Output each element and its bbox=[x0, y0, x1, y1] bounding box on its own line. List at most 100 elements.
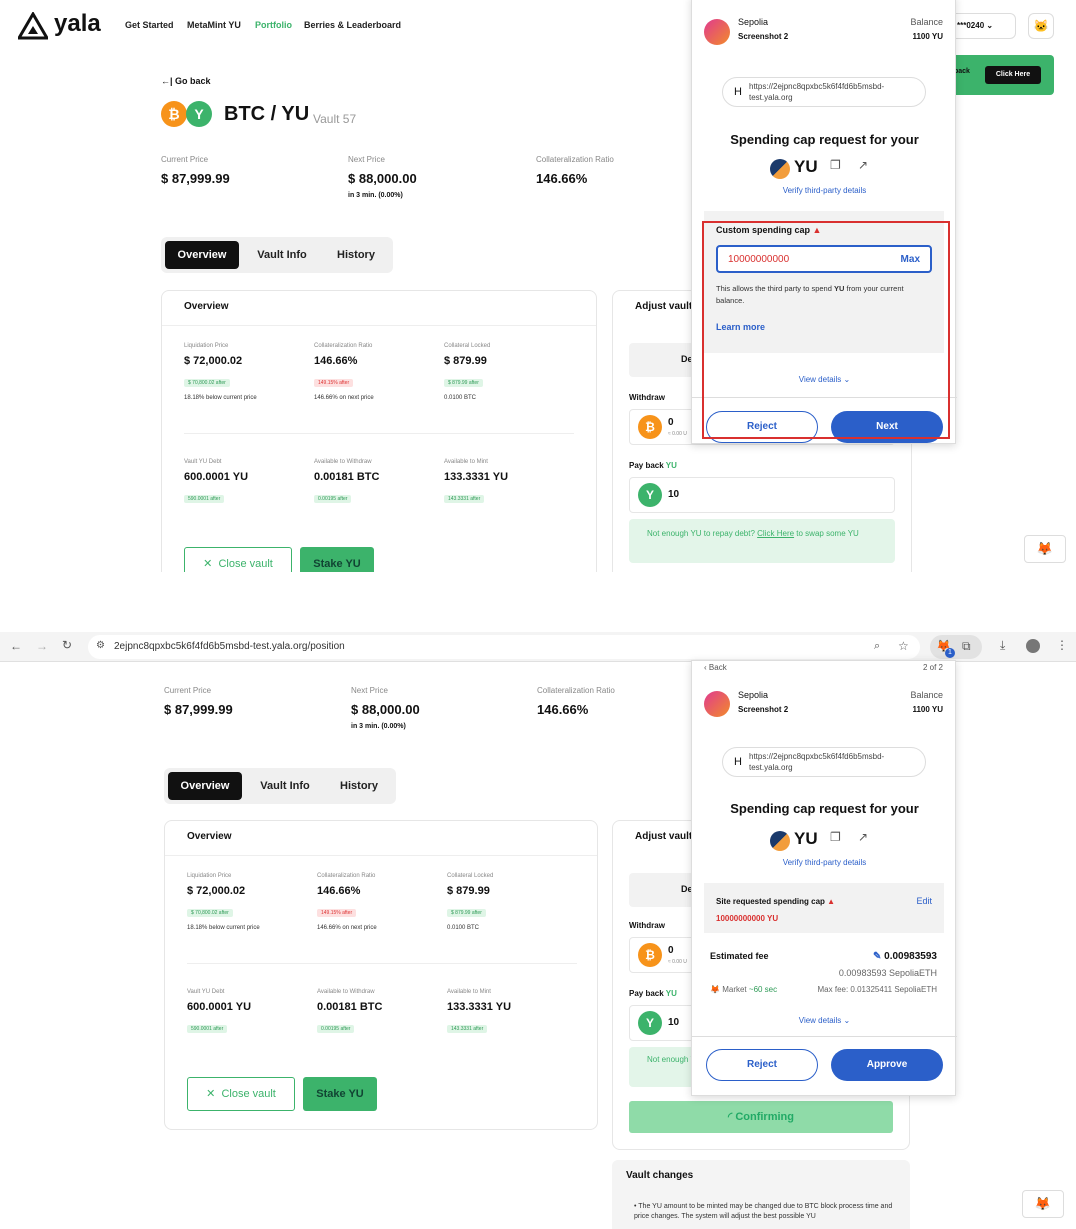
metric-value: 133.3331 YU bbox=[444, 471, 509, 483]
copy-icon[interactable]: ❐ bbox=[830, 830, 841, 844]
payback-input[interactable]: Y 10 bbox=[629, 477, 895, 513]
tab-vault-info[interactable]: Vault Info bbox=[245, 241, 319, 269]
withdraw-usd: ≈ 0.00 U bbox=[668, 431, 687, 437]
metric-label: Collateralization Ratio bbox=[317, 873, 376, 879]
swap-link[interactable]: Click Here bbox=[757, 529, 794, 538]
metric-item: Liquidation Price $ 72,000.02 $ 70,800.02 … bbox=[184, 343, 257, 401]
tab-history[interactable]: History bbox=[324, 772, 394, 800]
overview-card: Overview Liquidation Price $ 72,000.02 $ 7… bbox=[161, 290, 597, 572]
verify-link[interactable]: Verify third-party details bbox=[692, 858, 957, 867]
metric-value: 133.3331 YU bbox=[447, 1001, 512, 1013]
adjust-vault-title: Adjust vault bbox=[635, 301, 693, 312]
tab-overview[interactable]: Overview bbox=[165, 241, 239, 269]
star-icon[interactable]: ☆ bbox=[898, 639, 909, 653]
metric-label: Available to Withdraw bbox=[317, 989, 375, 995]
metric-after-badge: $ 70,800.02 after bbox=[187, 909, 233, 917]
edit-gas-icon[interactable]: ✎ bbox=[873, 951, 881, 962]
metamask-fab-icon[interactable]: 🦊 bbox=[1022, 1190, 1064, 1218]
divider bbox=[165, 855, 597, 856]
metric-sub: 18.18% below current price bbox=[187, 925, 260, 931]
site-settings-icon[interactable]: ⚙ bbox=[96, 640, 105, 651]
stake-yu-button[interactable]: Stake YU bbox=[300, 547, 374, 572]
metric-after-badge: 143.3331 after bbox=[447, 1025, 488, 1033]
metric-value: 146.66% bbox=[317, 885, 361, 897]
approve-button[interactable]: Approve bbox=[831, 1049, 943, 1081]
metric-item: Available to Withdraw 0.00181 BTC 0.00195 … bbox=[317, 989, 382, 1041]
tab-history[interactable]: History bbox=[321, 241, 391, 269]
vault-changes-title: Vault changes bbox=[626, 1170, 694, 1181]
metric-after-badge: $ 879.99 after bbox=[444, 379, 483, 387]
reload-icon[interactable]: ↻ bbox=[62, 638, 72, 652]
metric-after-badge: $ 879.99 after bbox=[447, 909, 486, 917]
yala-logo-icon bbox=[18, 12, 48, 40]
brand-name[interactable]: yala bbox=[54, 10, 101, 38]
market-speed: 🦊 Market ~60 sec bbox=[710, 985, 777, 994]
chevron-left-icon: ‹ bbox=[704, 663, 707, 672]
close-vault-button[interactable]: ✕ Close vault bbox=[184, 547, 292, 572]
metric-label: Available to Mint bbox=[447, 989, 491, 995]
vault-changes-card: Vault changes • The YU amount to be mint… bbox=[612, 1160, 910, 1229]
mm-back-link[interactable]: ‹ Back bbox=[704, 663, 727, 672]
nav-metamint[interactable]: MetaMint YU bbox=[187, 20, 241, 40]
view-details-link[interactable]: View details ⌄ bbox=[692, 1016, 957, 1025]
metric-item: Vault YU Debt 600.0001 YU 590.0001 after bbox=[184, 459, 248, 511]
metric-item: Available to Withdraw 0.00181 BTC 0.00195 … bbox=[314, 459, 379, 511]
token-symbol: YU bbox=[794, 157, 818, 176]
external-link-icon[interactable]: ↗ bbox=[858, 830, 868, 844]
confirming-button: ◜ Confirming bbox=[629, 1101, 893, 1133]
nav-berries[interactable]: Berries & Leaderboard bbox=[304, 20, 401, 40]
site-letter: H bbox=[734, 756, 742, 768]
balance-label: Balance bbox=[910, 17, 943, 27]
external-link-icon[interactable]: ↗ bbox=[858, 158, 868, 172]
token-symbol: YU bbox=[794, 829, 818, 848]
copy-icon[interactable]: ❐ bbox=[830, 158, 841, 172]
current-price-value: $ 87,999.99 bbox=[161, 171, 230, 186]
metric-item: Collateralization Ratio 146.66% 149.15% af… bbox=[314, 343, 374, 401]
avatar[interactable]: 🐱 bbox=[1028, 13, 1054, 39]
metric-item: Collateral Locked $ 879.99 $ 879.99 after 0… bbox=[444, 343, 490, 401]
close-vault-button[interactable]: ✕ Close vault bbox=[187, 1077, 295, 1111]
tab-overview[interactable]: Overview bbox=[168, 772, 242, 800]
metamask-fab-icon[interactable]: 🦊 bbox=[1024, 535, 1066, 563]
edit-button[interactable]: Edit bbox=[916, 896, 932, 906]
site-cap-label-text: Site requested spending cap bbox=[716, 897, 825, 906]
metric-sub: 0.0100 BTC bbox=[444, 395, 477, 401]
payback-label: Pay back YU bbox=[629, 989, 677, 998]
metric-after-badge: $ 70,800.02 after bbox=[184, 379, 230, 387]
click-here-button[interactable]: Click Here bbox=[985, 66, 1041, 84]
payback-label-text: Pay back bbox=[629, 989, 664, 998]
forward-arrow-icon[interactable]: → bbox=[36, 639, 48, 653]
warning-icon: ▲ bbox=[827, 897, 836, 906]
address-bar[interactable]: ⚙ 2ejpnc8qpxbc5k6f4fd6b5msbd-test.yala.o… bbox=[88, 635, 920, 659]
metric-item: Available to Mint 133.3331 YU 143.3331 aft… bbox=[447, 989, 511, 1041]
metric-after-badge: 0.00195 after bbox=[317, 1025, 355, 1033]
close-icon: ✕ bbox=[206, 1088, 216, 1100]
verify-link[interactable]: Verify third-party details bbox=[692, 186, 957, 195]
metamask-popup: Sepolia Screenshot 2 Balance 1100 YU H h… bbox=[691, 0, 957, 444]
metric-label: Vault YU Debt bbox=[187, 989, 225, 995]
puzzle-icon[interactable]: ⧉ bbox=[962, 639, 971, 654]
reject-button[interactable]: Reject bbox=[706, 1049, 818, 1081]
metric-sub: 146.66% on next price bbox=[314, 395, 374, 401]
metric-value: 600.0001 YU bbox=[187, 1001, 252, 1013]
vault-tabs: Overview Vault Info History bbox=[164, 768, 396, 804]
back-arrow-icon[interactable]: ← bbox=[10, 639, 22, 653]
next-price-label: Next Price bbox=[348, 155, 385, 164]
btc-icon: ₿ bbox=[161, 101, 187, 127]
metric-item: Vault YU Debt 600.0001 YU 590.0001 after bbox=[187, 989, 251, 1041]
go-back-link[interactable]: ←| Go back bbox=[161, 76, 211, 86]
stake-yu-button[interactable]: Stake YU bbox=[303, 1077, 377, 1111]
metric-value: $ 72,000.02 bbox=[184, 355, 243, 367]
profile-icon[interactable] bbox=[1026, 639, 1040, 653]
nav-get-started[interactable]: Get Started bbox=[125, 20, 174, 40]
zoom-icon[interactable]: ⌕ bbox=[874, 640, 880, 653]
download-icon[interactable]: ⤓ bbox=[1000, 638, 1005, 653]
adjust-vault-title: Adjust vault bbox=[635, 831, 693, 842]
nav-portfolio[interactable]: Portfolio bbox=[255, 20, 292, 40]
coll-ratio-label: Collateralization Ratio bbox=[537, 686, 615, 695]
network-name: Sepolia bbox=[738, 17, 769, 27]
account-dropdown[interactable]: ***0240 ⌄ bbox=[950, 13, 1016, 39]
payback-value: 10 bbox=[668, 489, 680, 500]
tab-vault-info[interactable]: Vault Info bbox=[248, 772, 322, 800]
menu-icon[interactable]: ⋮ bbox=[1056, 638, 1068, 652]
